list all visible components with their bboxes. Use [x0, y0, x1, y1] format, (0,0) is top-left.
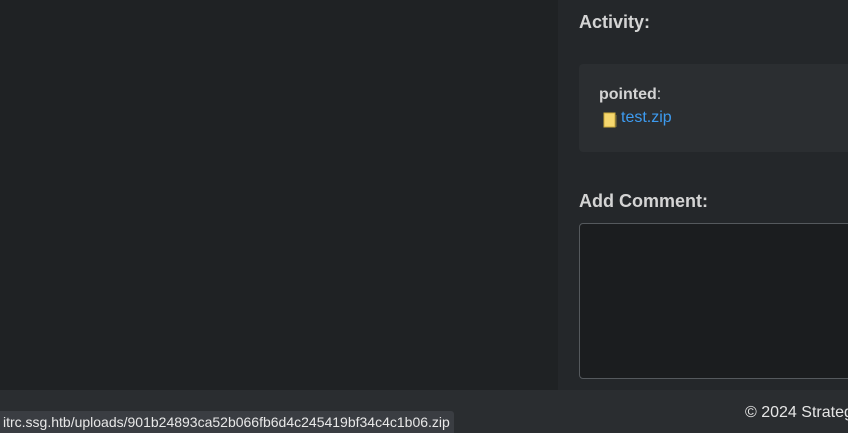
attachment[interactable]: test.zip	[603, 109, 672, 128]
comment-textarea[interactable]	[579, 223, 848, 379]
activity-entry: pointed: test.zip	[579, 64, 848, 152]
activity-author: pointed:	[599, 86, 661, 104]
footer-copyright: © 2024 Strateg	[745, 404, 848, 421]
add-comment-heading: Add Comment:	[579, 191, 708, 211]
browser-link-status-bar: itrc.ssg.htb/uploads/901b24893ca52b066fb…	[0, 411, 454, 433]
ticket-side-panel: Activity: pointed: test.zip Add Comment:	[558, 0, 848, 390]
activity-heading: Activity:	[579, 12, 651, 32]
attachment-link[interactable]: test.zip	[621, 109, 672, 127]
file-archive-icon	[603, 112, 617, 128]
page: Activity: pointed: test.zip Add Comment:…	[0, 0, 848, 433]
activity-author-name: pointed	[599, 86, 657, 103]
activity-author-separator: :	[656, 86, 662, 103]
main-content-area	[0, 0, 558, 390]
